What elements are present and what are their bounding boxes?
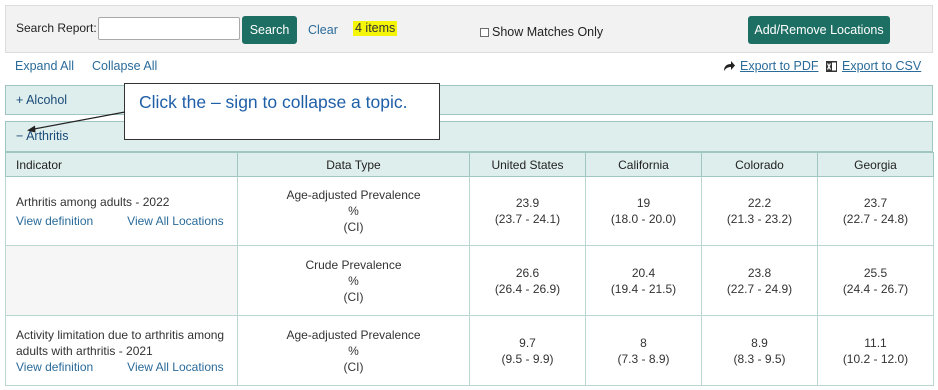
- view-definition-link[interactable]: View definition: [16, 360, 93, 374]
- view-all-locations-link[interactable]: View All Locations: [127, 214, 224, 228]
- search-button[interactable]: Search: [242, 16, 297, 44]
- topic-alcohol-title[interactable]: + Alcohol: [16, 93, 67, 107]
- value: 8: [640, 335, 647, 350]
- clear-link[interactable]: Clear: [308, 23, 338, 37]
- value: 23.8: [747, 265, 772, 280]
- report-toolbar: Expand All Collapse All Export to PDF Ex…: [5, 53, 933, 79]
- confidence-interval: (18.0 - 20.0): [610, 212, 677, 226]
- value-cell: 11.1 (10.2 - 12.0): [817, 315, 934, 386]
- expand-all-link[interactable]: Expand All: [15, 59, 74, 73]
- value-cell: 9.7 (9.5 - 9.9): [469, 315, 586, 386]
- confidence-interval: (22.7 - 24.9): [726, 281, 793, 296]
- view-definition-link[interactable]: View definition: [16, 214, 93, 228]
- value-cell: 26.6 (26.4 - 26.9): [469, 245, 586, 316]
- table-row: Activity limitation due to arthritis amo…: [5, 315, 934, 386]
- search-bar: Search Report: Search Clear 4 items Show…: [5, 5, 933, 53]
- confidence-interval: (21.3 - 23.2): [726, 212, 793, 226]
- indicator-name-line2: adults with arthritis - 2021: [16, 343, 153, 358]
- confidence-interval: (22.7 - 24.8): [842, 212, 909, 226]
- arthritis-data-table: Indicator Data Type United States Califo…: [5, 152, 934, 386]
- indicator-name: Arthritis among adults - 2022: [16, 194, 170, 209]
- indicator-cell: Activity limitation due to arthritis amo…: [5, 315, 238, 386]
- indicator-name-line1: Activity limitation due to arthritis amo…: [16, 327, 225, 342]
- confidence-interval: (19.4 - 21.5): [610, 281, 677, 296]
- data-type-label: Crude Prevalence: [305, 257, 402, 272]
- confidence-interval: (7.3 - 8.9): [617, 351, 670, 366]
- confidence-interval: (8.3 - 9.5): [733, 351, 786, 366]
- value: 26.6: [515, 265, 540, 280]
- annotation-callout: Click the – sign to collapse a topic.: [124, 83, 440, 140]
- value: 19: [636, 196, 651, 210]
- table-row: Arthritis among adults - 2022 View defin…: [5, 176, 934, 246]
- items-count-badge: 4 items: [353, 21, 398, 36]
- value: 11.1: [864, 335, 887, 350]
- confidence-interval: (23.7 - 24.1): [494, 212, 561, 226]
- data-type-cell: Crude Prevalence % (CI): [237, 245, 470, 316]
- column-header-indicator: Indicator: [5, 152, 238, 177]
- column-header-colorado: Colorado: [701, 152, 818, 177]
- value-cell: 23.8 (22.7 - 24.9): [701, 245, 818, 316]
- data-type-unit: %: [348, 273, 359, 288]
- value-cell: 20.4 (19.4 - 21.5): [585, 245, 702, 316]
- value-cell: 23.7 (22.7 - 24.8): [817, 176, 934, 246]
- value: 23.7: [863, 196, 888, 210]
- value: 22.2: [747, 196, 772, 210]
- column-header-california: California: [585, 152, 702, 177]
- data-type-ci: (CI): [343, 359, 364, 374]
- value: 25.5: [863, 265, 888, 280]
- value-cell: 22.2 (21.3 - 23.2): [701, 176, 818, 246]
- data-type-label: Age-adjusted Prevalence: [286, 327, 421, 342]
- excel-icon: [826, 60, 837, 72]
- value-cell: 8 (7.3 - 8.9): [585, 315, 702, 386]
- show-matches-label: Show Matches Only: [492, 25, 604, 39]
- value: 8.9: [751, 335, 768, 350]
- column-header-data-type: Data Type: [237, 152, 470, 177]
- confidence-interval: (24.4 - 26.7): [842, 281, 909, 296]
- value-cell: 23.9 (23.7 - 24.1): [469, 176, 586, 246]
- data-type-cell: Age-adjusted Prevalence % (CI): [237, 176, 470, 246]
- value: 23.9: [515, 196, 540, 210]
- column-header-georgia: Georgia: [817, 152, 934, 177]
- export-csv-label: Export to CSV: [842, 59, 922, 73]
- data-type-unit: %: [348, 204, 359, 218]
- data-type-cell: Age-adjusted Prevalence % (CI): [237, 315, 470, 386]
- confidence-interval: (9.5 - 9.9): [501, 351, 554, 366]
- export-csv-link[interactable]: Export to CSV: [826, 59, 921, 73]
- value-cell: 8.9 (8.3 - 9.5): [701, 315, 818, 386]
- collapse-all-link[interactable]: Collapse All: [92, 59, 157, 73]
- data-type-label: Age-adjusted Prevalence: [286, 188, 421, 202]
- export-pdf-link[interactable]: Export to PDF: [723, 59, 819, 73]
- confidence-interval: (26.4 - 26.9): [494, 281, 561, 296]
- search-input[interactable]: [98, 17, 240, 40]
- indicator-cell: Arthritis among adults - 2022 View defin…: [5, 176, 238, 246]
- confidence-interval: (10.2 - 12.0): [842, 351, 909, 366]
- column-header-united-states: United States: [469, 152, 586, 177]
- value: 9.7: [519, 335, 536, 350]
- topic-arthritis-title[interactable]: − Arthritis: [16, 129, 68, 143]
- export-pdf-label: Export to PDF: [740, 59, 819, 73]
- add-remove-locations-button[interactable]: Add/Remove Locations: [748, 16, 890, 44]
- table-header-row: Indicator Data Type United States Califo…: [5, 152, 934, 177]
- value-cell: 25.5 (24.4 - 26.7): [817, 245, 934, 316]
- value-cell: 19 (18.0 - 20.0): [585, 176, 702, 246]
- data-type-unit: %: [348, 343, 359, 358]
- share-arrow-icon: [724, 61, 735, 71]
- value: 20.4: [631, 265, 656, 280]
- callout-text: Click the – sign to collapse a topic.: [139, 92, 408, 112]
- indicator-cell: [5, 245, 238, 316]
- data-type-ci: (CI): [343, 289, 364, 304]
- search-label: Search Report:: [16, 21, 97, 35]
- show-matches-toggle[interactable]: Show Matches Only: [480, 25, 603, 39]
- table-row: Crude Prevalence % (CI) 26.6 (26.4 - 26.9…: [5, 245, 934, 316]
- show-matches-checkbox[interactable]: [480, 27, 489, 37]
- data-type-ci: (CI): [343, 220, 364, 234]
- view-all-locations-link[interactable]: View All Locations: [127, 360, 224, 374]
